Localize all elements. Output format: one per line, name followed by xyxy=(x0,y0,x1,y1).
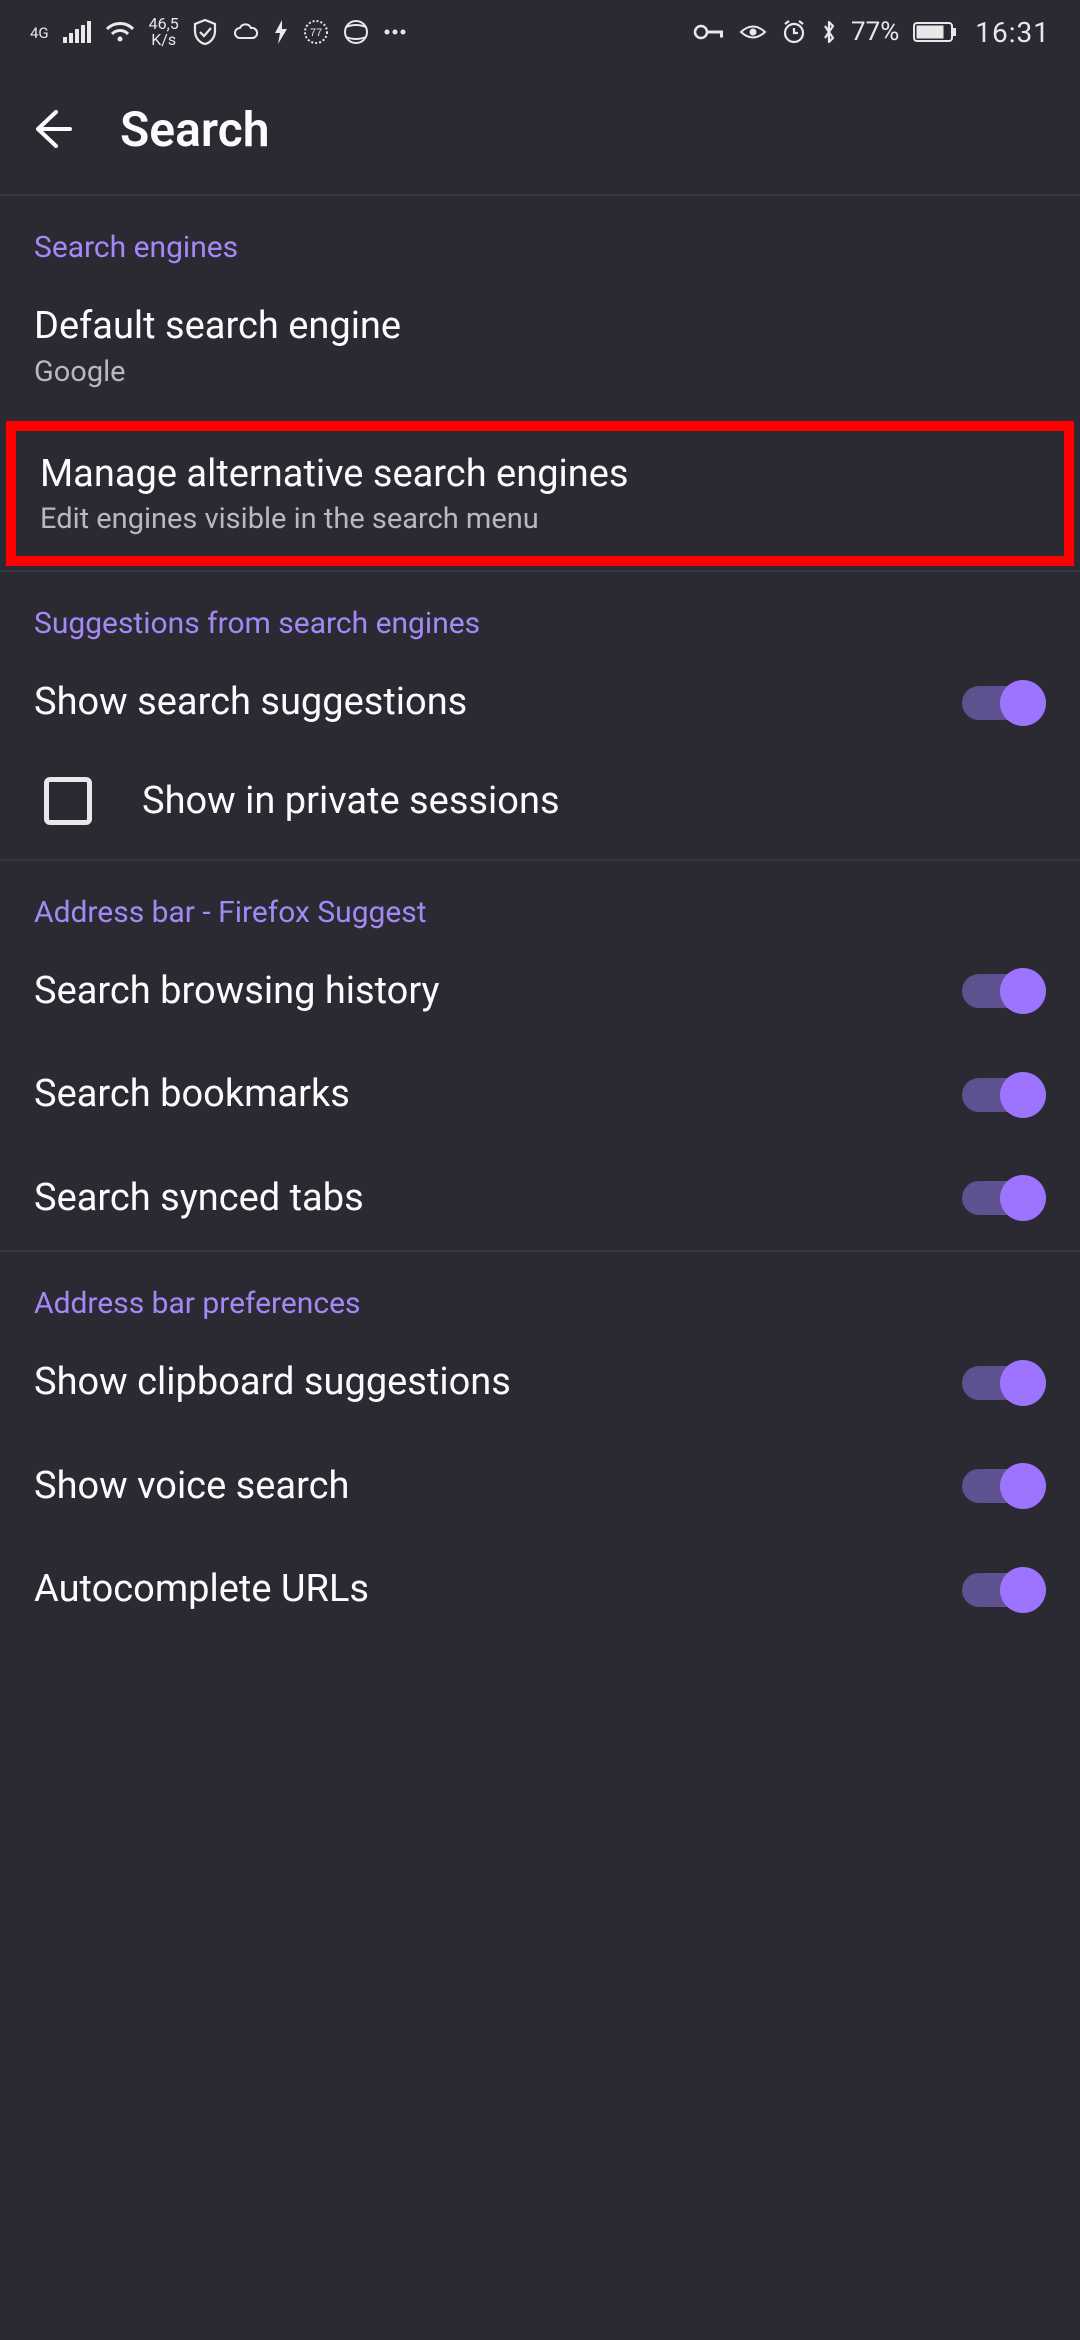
search-synced-tabs-item[interactable]: Search synced tabs xyxy=(0,1147,1080,1251)
show-private-sessions-label: Show in private sessions xyxy=(142,779,560,823)
bolt-icon xyxy=(273,20,289,44)
section-header-search-engines: Search engines xyxy=(0,196,1080,275)
numbered-circle-icon: 77 xyxy=(303,19,329,45)
show-private-sessions-item[interactable]: Show in private sessions xyxy=(0,755,1080,859)
search-browsing-history-label: Search browsing history xyxy=(34,968,440,1016)
default-search-engine-label: Default search engine xyxy=(34,303,401,351)
default-search-engine-item[interactable]: Default search engine Google xyxy=(0,275,1080,417)
app-header: Search xyxy=(0,64,1080,194)
back-button[interactable] xyxy=(26,104,76,154)
more-dots-icon xyxy=(383,28,407,36)
highlight-annotation: Manage alternative search engines Edit e… xyxy=(6,421,1074,567)
search-synced-tabs-label: Search synced tabs xyxy=(34,1175,364,1223)
manage-alternative-engines-item[interactable]: Manage alternative search engines Edit e… xyxy=(16,431,1064,557)
section-header-firefox-suggest: Address bar - Firefox Suggest xyxy=(0,861,1080,940)
net-speed-unit: K/s xyxy=(151,32,176,48)
status-bar-left: 4G 46,5 K/s 77 xyxy=(30,16,407,48)
eye-icon xyxy=(739,23,767,41)
clipboard-suggestions-label: Show clipboard suggestions xyxy=(34,1359,511,1407)
wifi-icon xyxy=(105,21,135,43)
clipboard-suggestions-item[interactable]: Show clipboard suggestions xyxy=(0,1331,1080,1435)
manage-engines-sublabel: Edit engines visible in the search menu xyxy=(40,502,629,536)
section-header-suggestions: Suggestions from search engines xyxy=(0,572,1080,651)
voice-search-item[interactable]: Show voice search xyxy=(0,1435,1080,1539)
voice-search-label: Show voice search xyxy=(34,1463,349,1511)
autocomplete-urls-toggle[interactable] xyxy=(962,1567,1046,1613)
shield-icon xyxy=(193,19,217,45)
show-search-suggestions-item[interactable]: Show search suggestions xyxy=(0,651,1080,755)
search-bookmarks-toggle[interactable] xyxy=(962,1072,1046,1118)
section-header-address-prefs: Address bar preferences xyxy=(0,1252,1080,1331)
search-browsing-history-item[interactable]: Search browsing history xyxy=(0,940,1080,1044)
alarm-clock-icon xyxy=(781,19,807,45)
show-search-suggestions-label: Show search suggestions xyxy=(34,679,467,727)
search-browsing-history-toggle[interactable] xyxy=(962,968,1046,1014)
battery-percentage: 77% xyxy=(851,17,899,47)
manage-engines-label: Manage alternative search engines xyxy=(40,451,629,499)
voice-search-toggle[interactable] xyxy=(962,1463,1046,1509)
search-bookmarks-item[interactable]: Search bookmarks xyxy=(0,1043,1080,1147)
weather-cloud-icon xyxy=(231,22,259,42)
search-synced-tabs-toggle[interactable] xyxy=(962,1175,1046,1221)
status-bar: 4G 46,5 K/s 77 xyxy=(0,0,1080,64)
autocomplete-urls-item[interactable]: Autocomplete URLs xyxy=(0,1538,1080,1642)
search-bookmarks-label: Search bookmarks xyxy=(34,1071,350,1119)
autocomplete-urls-label: Autocomplete URLs xyxy=(34,1566,369,1614)
svg-text:77: 77 xyxy=(310,27,322,39)
vpn-key-icon xyxy=(693,23,725,41)
globe-striped-icon xyxy=(343,19,369,45)
cellular-signal-icon xyxy=(63,21,91,43)
net-speed-indicator: 46,5 K/s xyxy=(149,16,179,48)
status-bar-right: 77% 16:31 xyxy=(693,16,1050,49)
page-title: Search xyxy=(120,101,270,158)
show-search-suggestions-toggle[interactable] xyxy=(962,680,1046,726)
network-4g-badge: 4G xyxy=(30,24,49,42)
default-search-engine-value: Google xyxy=(34,355,401,389)
bluetooth-icon xyxy=(821,18,837,46)
clipboard-suggestions-toggle[interactable] xyxy=(962,1360,1046,1406)
show-private-sessions-checkbox[interactable] xyxy=(44,777,92,825)
clock-text: 16:31 xyxy=(975,16,1050,49)
battery-icon xyxy=(913,21,957,43)
